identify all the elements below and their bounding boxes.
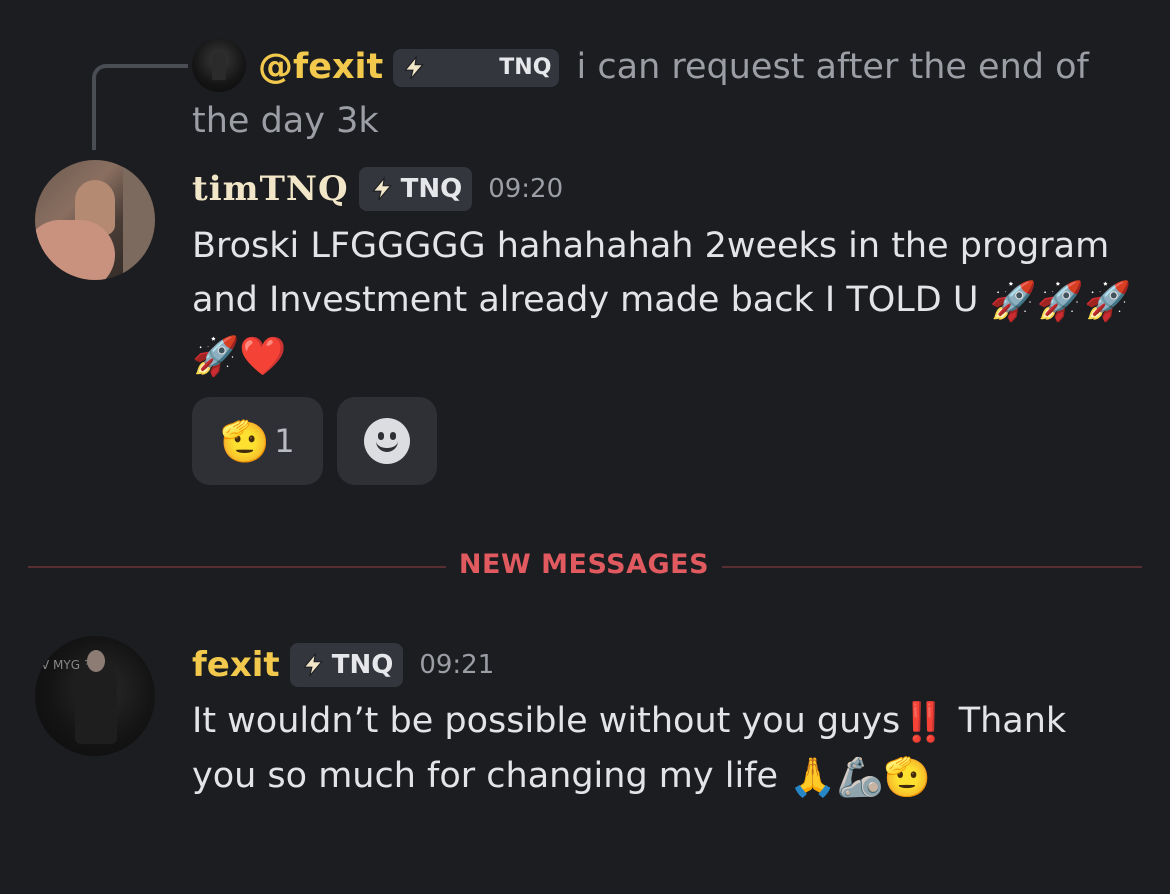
- lightning-bolt-icon: [404, 55, 425, 80]
- reaction-bar: 🫡 1: [192, 397, 437, 485]
- pray-muscle-salute-emojis: 🙏🦾🫡: [789, 755, 932, 799]
- lightning-bolt-icon: [371, 176, 392, 201]
- message-body-2: It wouldn’t be possible without you guys…: [192, 694, 1092, 804]
- server-tag[interactable]: TNQ: [358, 167, 473, 211]
- server-tag-label: TNQ: [400, 174, 463, 204]
- message-body-1: Broski LFGGGGG hahahahah 2weeks in the p…: [192, 219, 1142, 383]
- timestamp: 09:21: [419, 650, 495, 680]
- salute-emoji-icon: 🫡: [220, 418, 271, 465]
- lightning-bolt-icon: [302, 652, 323, 677]
- avatar-timtnq[interactable]: [35, 160, 155, 280]
- message-text: Broski LFGGGGG hahahahah 2weeks in the p…: [192, 226, 1110, 320]
- server-tag-label: TNQ: [331, 650, 394, 680]
- add-reaction-button[interactable]: [337, 397, 437, 485]
- heart-emoji: ❤️: [239, 334, 287, 378]
- avatar-fexit[interactable]: V MYG 3H: [35, 636, 155, 756]
- author-name[interactable]: timTNQ: [192, 169, 349, 209]
- message-header-2: fexit TNQ 09:21: [192, 638, 494, 692]
- chat-view: @fexit TNQ i can request after the end of…: [0, 0, 1170, 894]
- add-reaction-icon: [364, 418, 410, 464]
- server-tag[interactable]: TNQ: [289, 643, 404, 687]
- reply-server-tag[interactable]: TNQ: [393, 49, 560, 87]
- reply-preview[interactable]: @fexit TNQ i can request after the end of…: [192, 40, 1112, 148]
- reply-username[interactable]: @fexit: [258, 47, 383, 87]
- reaction-count: 1: [274, 422, 295, 460]
- author-name[interactable]: fexit: [192, 645, 280, 685]
- reply-connector-line: [92, 64, 188, 150]
- new-messages-divider-left: [28, 566, 446, 568]
- new-messages-divider-right: [722, 566, 1142, 568]
- message-header-1: timTNQ TNQ 09:20: [192, 162, 563, 216]
- timestamp: 09:20: [488, 174, 564, 204]
- reaction-salute[interactable]: 🫡 1: [192, 397, 323, 485]
- new-messages-label: NEW MESSAGES: [458, 549, 710, 580]
- double-exclamation-emoji: ‼️: [900, 700, 948, 744]
- reply-server-tag-label: TNQ: [499, 55, 552, 80]
- message-text-part-1: It wouldn’t be possible without you guys: [192, 701, 901, 741]
